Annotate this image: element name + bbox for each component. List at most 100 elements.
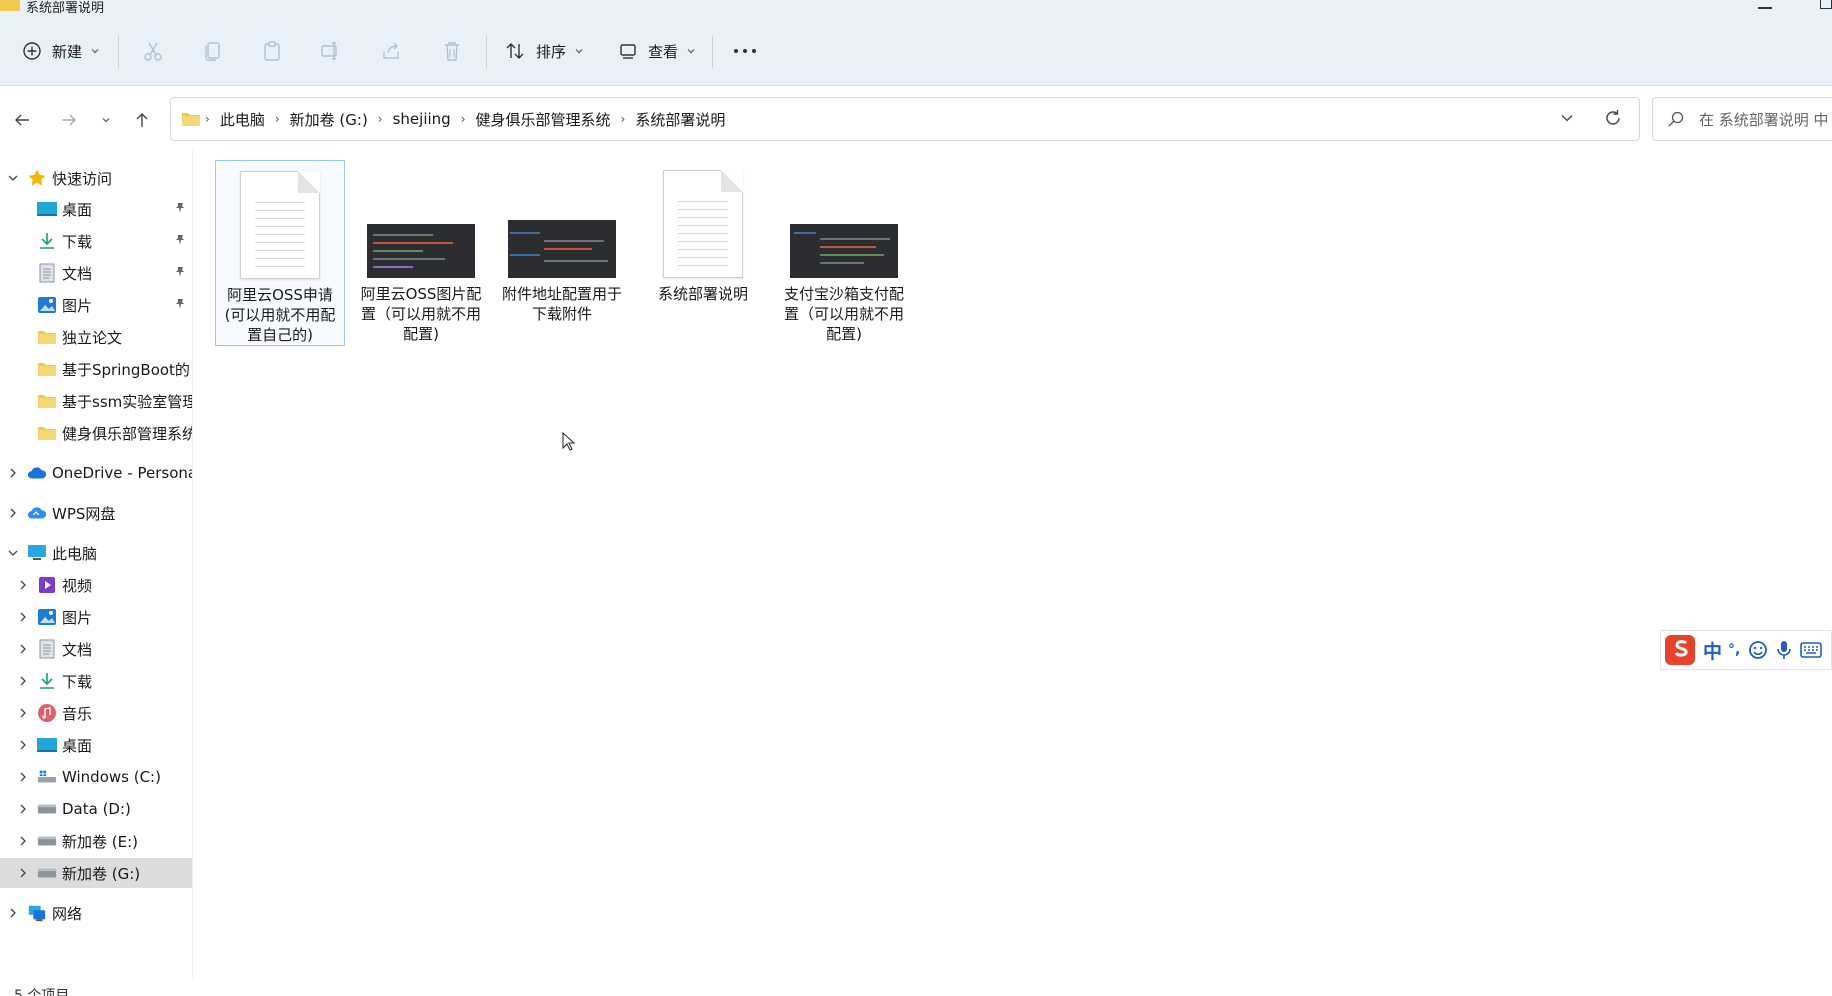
nav-label: 快速访问 xyxy=(52,169,113,188)
chevron-right-icon[interactable] xyxy=(16,706,30,720)
chevron-down-icon[interactable] xyxy=(6,171,20,185)
pin-icon[interactable] xyxy=(174,296,186,314)
nav-pc-documents[interactable]: 文档 xyxy=(0,634,192,664)
nav-quick-folder[interactable]: 独立论文 xyxy=(0,322,192,352)
chevron-right-icon[interactable]: › xyxy=(275,112,280,126)
nav-quick-documents[interactable]: 文档 xyxy=(0,258,192,288)
chevron-right-icon[interactable] xyxy=(16,802,30,816)
share-button[interactable] xyxy=(380,36,402,66)
nav-pc-music[interactable]: 音乐 xyxy=(0,698,192,728)
nav-pc-pictures[interactable]: 图片 xyxy=(0,602,192,632)
nav-drive-d[interactable]: Data (D:) xyxy=(0,794,192,824)
breadcrumb-this-pc[interactable]: 此电脑 xyxy=(220,109,265,130)
separator xyxy=(118,36,119,68)
nav-quick-folder[interactable]: 健身俱乐部管理系统 xyxy=(0,418,192,448)
nav-pc-desktop[interactable]: 桌面 xyxy=(0,730,192,760)
nav-network[interactable]: 网络 xyxy=(0,898,192,928)
chevron-right-icon[interactable]: › xyxy=(621,112,626,126)
nav-label: OneDrive - Persona xyxy=(52,464,193,482)
file-name: 支付宝沙箱支付配置（可以用就不用配置) xyxy=(783,285,904,343)
cut-button[interactable] xyxy=(142,36,164,66)
chevron-right-icon[interactable] xyxy=(16,674,30,688)
nav-drive-e[interactable]: 新加卷 (E:) xyxy=(0,826,192,856)
nav-quick-folder[interactable]: 基于SpringBoot的 xyxy=(0,354,192,384)
breadcrumb-project[interactable]: 健身俱乐部管理系统 xyxy=(476,109,611,130)
breadcrumb-current[interactable]: 系统部署说明 xyxy=(635,109,725,130)
recent-locations-button[interactable] xyxy=(92,107,120,133)
refresh-button[interactable] xyxy=(1603,108,1623,132)
restore-button[interactable] xyxy=(1820,0,1832,9)
chevron-right-icon[interactable] xyxy=(16,610,30,624)
delete-button[interactable] xyxy=(441,36,463,66)
back-button[interactable] xyxy=(8,107,36,133)
nav-drive-g[interactable]: 新加卷 (G:) xyxy=(0,858,192,888)
nav-onedrive[interactable]: OneDrive - Persona xyxy=(0,458,193,488)
up-button[interactable] xyxy=(128,107,156,133)
pin-icon[interactable] xyxy=(174,232,186,250)
chevron-right-icon[interactable] xyxy=(6,506,20,520)
view-icon xyxy=(620,44,636,59)
forward-button[interactable] xyxy=(55,107,83,133)
chevron-down-icon[interactable] xyxy=(6,546,20,560)
text-document-icon xyxy=(240,171,320,279)
chevron-right-icon[interactable] xyxy=(6,466,20,480)
paste-button[interactable] xyxy=(261,36,283,66)
keyboard-icon[interactable] xyxy=(1800,642,1823,658)
breadcrumb-drive-g[interactable]: 新加卷 (G:) xyxy=(290,109,368,130)
nav-quick-desktop[interactable]: 桌面 xyxy=(0,194,192,224)
file-thumbnail xyxy=(508,160,616,278)
nav-label: 文档 xyxy=(62,264,93,283)
nav-label: 基于ssm实验室管理 xyxy=(62,392,193,411)
ime-mode-label[interactable]: 中 xyxy=(1703,637,1722,664)
mouse-cursor-icon xyxy=(562,432,576,451)
breadcrumb-shejiing[interactable]: shejiing xyxy=(393,110,451,128)
nav-quick-access[interactable]: 快速访问 xyxy=(0,163,192,193)
document-icon xyxy=(37,263,57,283)
file-item[interactable]: 阿里云OSS图片配置（可以用就不用配置) xyxy=(356,160,486,346)
nav-this-pc[interactable]: 此电脑 xyxy=(0,538,192,568)
file-item[interactable]: 附件地址配置用于下载附件 xyxy=(497,160,627,346)
nav-quick-pictures[interactable]: 图片 xyxy=(0,290,192,320)
nav-pc-downloads[interactable]: 下载 xyxy=(0,666,192,696)
search-box[interactable]: 在 系统部署说明 中 xyxy=(1652,97,1832,141)
chevron-right-icon[interactable]: › xyxy=(461,112,466,126)
chevron-right-icon[interactable] xyxy=(6,906,20,920)
pin-icon[interactable] xyxy=(174,200,186,218)
chevron-right-icon[interactable]: › xyxy=(378,112,383,126)
chevron-right-icon[interactable] xyxy=(16,738,30,752)
file-item[interactable]: 支付宝沙箱支付配置（可以用就不用配置) xyxy=(779,160,909,346)
pin-icon[interactable] xyxy=(174,264,186,282)
more-icon xyxy=(734,49,756,53)
rename-button[interactable] xyxy=(320,36,342,66)
nav-quick-downloads[interactable]: 下载 xyxy=(0,226,192,256)
chevron-right-icon[interactable] xyxy=(16,770,30,784)
nav-pc-videos[interactable]: 视频 xyxy=(0,570,192,600)
ime-punctuation-label[interactable]: °, xyxy=(1728,642,1740,658)
ime-toolbar[interactable]: 中 °, xyxy=(1660,630,1832,670)
sort-button[interactable]: 排序 xyxy=(504,36,584,66)
view-button[interactable]: 查看 xyxy=(618,36,696,66)
more-options-button[interactable] xyxy=(732,36,758,66)
nav-quick-folder[interactable]: 基于ssm实验室管理 xyxy=(0,386,193,416)
refresh-icon xyxy=(1606,110,1620,125)
nav-label: 新加卷 (E:) xyxy=(62,832,139,851)
chevron-down-icon xyxy=(575,49,583,54)
minimize-button[interactable] xyxy=(1758,7,1772,9)
chevron-right-icon[interactable] xyxy=(16,578,30,592)
nav-wps-drive[interactable]: WPS网盘 xyxy=(0,498,192,528)
image-thumbnail xyxy=(508,220,616,278)
file-item[interactable]: 阿里云OSS申请(可以用就不用配置自己的) xyxy=(215,160,345,346)
trash-icon xyxy=(445,42,459,61)
chevron-right-icon[interactable] xyxy=(16,642,30,656)
microphone-icon[interactable] xyxy=(1776,640,1792,660)
emoji-icon[interactable] xyxy=(1748,640,1768,660)
address-bar[interactable]: › 此电脑 › 新加卷 (G:) › shejiing › 健身俱乐部管理系统 … xyxy=(170,97,1640,141)
chevron-right-icon[interactable] xyxy=(16,866,30,880)
new-button[interactable]: 新建 xyxy=(22,36,100,66)
text-document-icon xyxy=(663,170,743,278)
copy-button[interactable] xyxy=(202,36,224,66)
address-history-button[interactable] xyxy=(1559,110,1575,130)
file-item[interactable]: 系统部署说明 xyxy=(638,160,768,346)
chevron-right-icon[interactable] xyxy=(16,834,30,848)
nav-drive-c[interactable]: Windows (C:) xyxy=(0,762,192,792)
